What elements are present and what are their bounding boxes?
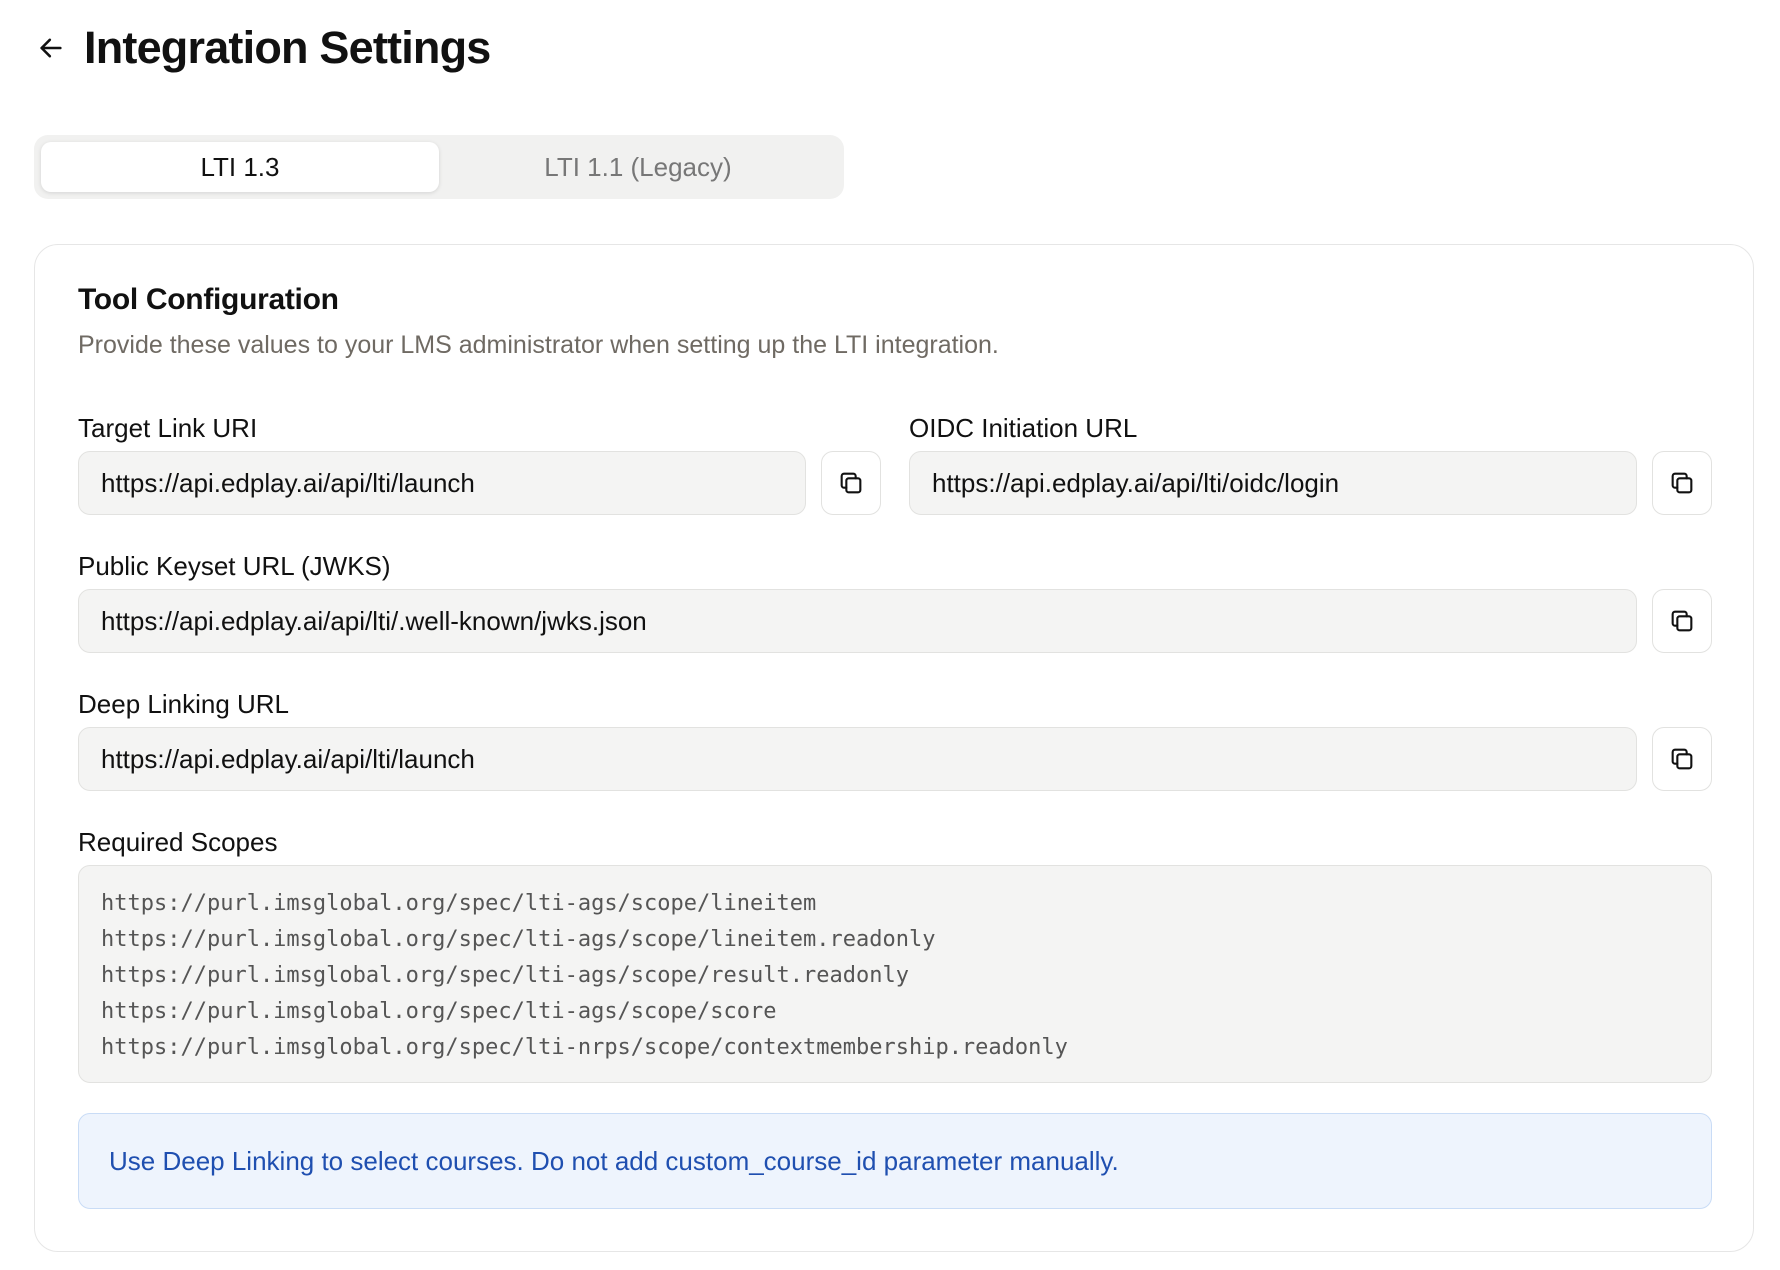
required-scopes-box[interactable]: https://purl.imsglobal.org/spec/lti-ags/… [78, 865, 1712, 1083]
deep-linking-notice: Use Deep Linking to select courses. Do n… [78, 1113, 1712, 1209]
lti-version-tabs: LTI 1.3 LTI 1.1 (Legacy) [34, 135, 844, 199]
tab-lti-1-3[interactable]: LTI 1.3 [41, 142, 439, 192]
card-title: Tool Configuration [78, 283, 339, 316]
card-description: Provide these values to your LMS adminis… [78, 331, 999, 359]
copy-deep-linking-url-button[interactable] [1652, 727, 1712, 791]
tab-lti-1-1-legacy[interactable]: LTI 1.1 (Legacy) [439, 142, 837, 192]
copy-icon [1671, 472, 1693, 494]
scope-item: https://purl.imsglobal.org/spec/lti-ags/… [101, 891, 817, 916]
oidc-initiation-url-field[interactable]: https://api.edplay.ai/api/lti/oidc/login [909, 451, 1637, 515]
target-link-uri-field[interactable]: https://api.edplay.ai/api/lti/launch [78, 451, 806, 515]
back-button[interactable] [34, 31, 68, 65]
deep-linking-url-field[interactable]: https://api.edplay.ai/api/lti/launch [78, 727, 1637, 791]
scope-item: https://purl.imsglobal.org/spec/lti-nrps… [101, 1035, 1068, 1060]
copy-oidc-initiation-url-button[interactable] [1652, 451, 1712, 515]
required-scopes-label: Required Scopes [78, 827, 278, 857]
copy-jwks-url-button[interactable] [1652, 589, 1712, 653]
scope-item: https://purl.imsglobal.org/spec/lti-ags/… [101, 963, 909, 988]
jwks-url-label: Public Keyset URL (JWKS) [78, 551, 391, 581]
copy-icon [1671, 748, 1693, 770]
copy-icon [1671, 610, 1693, 632]
copy-icon [840, 472, 862, 494]
copy-target-link-uri-button[interactable] [821, 451, 881, 515]
tool-configuration-card: Tool Configuration Provide these values … [34, 244, 1754, 1252]
oidc-initiation-url-label: OIDC Initiation URL [909, 413, 1138, 443]
page-header: Integration Settings [34, 14, 491, 82]
arrow-left-icon [40, 38, 62, 58]
jwks-url-field[interactable]: https://api.edplay.ai/api/lti/.well-know… [78, 589, 1637, 653]
deep-linking-url-label: Deep Linking URL [78, 689, 290, 719]
page-title: Integration Settings [84, 22, 491, 73]
target-link-uri-label: Target Link URI [78, 413, 258, 443]
scope-item: https://purl.imsglobal.org/spec/lti-ags/… [101, 999, 777, 1024]
scope-item: https://purl.imsglobal.org/spec/lti-ags/… [101, 927, 936, 952]
